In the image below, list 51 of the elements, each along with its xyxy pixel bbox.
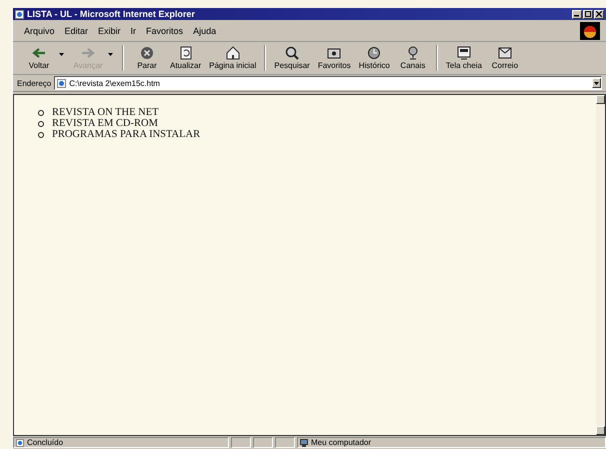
menu-item[interactable]: Editar [62, 24, 92, 36]
dropdown-button[interactable] [592, 78, 601, 88]
menu-item[interactable]: Arquivo [21, 24, 58, 36]
mail-icon [496, 46, 513, 60]
status-pane [253, 437, 273, 448]
window-title: LISTA - UL - Microsoft Internet Explorer [27, 9, 195, 19]
maximize-icon [585, 11, 591, 17]
close-button[interactable] [594, 10, 604, 18]
bullet-icon [38, 120, 44, 126]
status-pane [231, 437, 251, 448]
menu-item[interactable]: Exibir [95, 24, 124, 36]
toolbar-button[interactable]: Voltar [21, 46, 57, 70]
list-item: REVISTA ON THE NET [52, 107, 159, 118]
throbber-logo [580, 22, 600, 40]
menu-item[interactable]: Ajuda [190, 24, 220, 36]
toolbar-button[interactable]: Tela cheia [442, 46, 485, 70]
list-item: REVISTA EM CD-ROM [52, 118, 158, 129]
zone-text: Meu computador [311, 438, 372, 446]
monitor-icon [456, 46, 472, 60]
toolbar-button[interactable]: Atualizar [167, 46, 204, 70]
list-item: PROGRAMAS PARA INSTALAR [52, 129, 200, 140]
toolbar-button[interactable]: Correio [486, 46, 523, 70]
maximize-button[interactable] [583, 10, 593, 18]
caret-icon [594, 82, 599, 84]
toolbar-button[interactable]: Parar [129, 46, 165, 70]
toolbar-button[interactable]: Favoritos [314, 46, 354, 70]
status-text: Concluído [27, 438, 64, 446]
toolbar-button[interactable]: Histórico [356, 46, 393, 70]
clock-icon [366, 46, 382, 60]
stop-icon [139, 46, 155, 60]
toolbar-button[interactable]: Canais [394, 46, 431, 70]
bullet-icon [38, 132, 44, 138]
close-icon [596, 11, 602, 17]
toolbar-button[interactable]: Pesquisar [271, 46, 313, 70]
page-icon [57, 78, 66, 88]
arrow-right-icon [80, 46, 96, 60]
caret-icon[interactable] [59, 52, 64, 56]
toolbar-button[interactable]: Página inicial [206, 46, 260, 70]
home-icon [224, 46, 241, 60]
scrollbar[interactable] [596, 95, 605, 435]
status-pane [275, 437, 295, 448]
menu-item[interactable]: Favoritos [143, 24, 186, 36]
address-field[interactable]: C:\revista 2\exem15c.htm [54, 76, 602, 90]
bullet-icon [38, 110, 44, 116]
minimize-button[interactable] [572, 10, 582, 18]
arrow-left-icon [31, 46, 47, 60]
address-label: Endereço [17, 78, 52, 88]
search-icon [284, 46, 300, 60]
refresh-icon [178, 46, 194, 60]
computer-icon [300, 438, 308, 446]
menu-item[interactable]: Ir [128, 24, 140, 36]
